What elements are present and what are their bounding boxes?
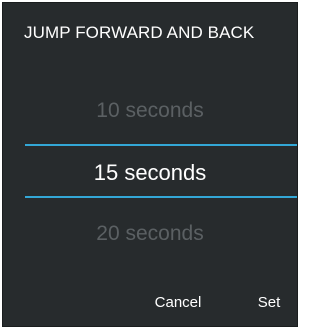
set-button[interactable]: Set	[254, 280, 284, 326]
seconds-number-picker[interactable]: 10 seconds 15 seconds 20 seconds	[3, 81, 297, 265]
picker-option-next[interactable]: 20 seconds	[3, 222, 297, 246]
dialog-title: JUMP FORWARD AND BACK	[24, 23, 255, 42]
jump-interval-dialog: JUMP FORWARD AND BACK 10 seconds 15 seco…	[3, 3, 297, 326]
picker-option-previous[interactable]: 10 seconds	[3, 99, 297, 123]
picker-divider-top	[25, 144, 297, 146]
picker-divider-bottom	[25, 196, 297, 198]
dialog-actions: Cancel Set	[3, 280, 297, 326]
picker-option-selected[interactable]: 15 seconds	[3, 160, 297, 186]
cancel-button[interactable]: Cancel	[152, 280, 204, 326]
